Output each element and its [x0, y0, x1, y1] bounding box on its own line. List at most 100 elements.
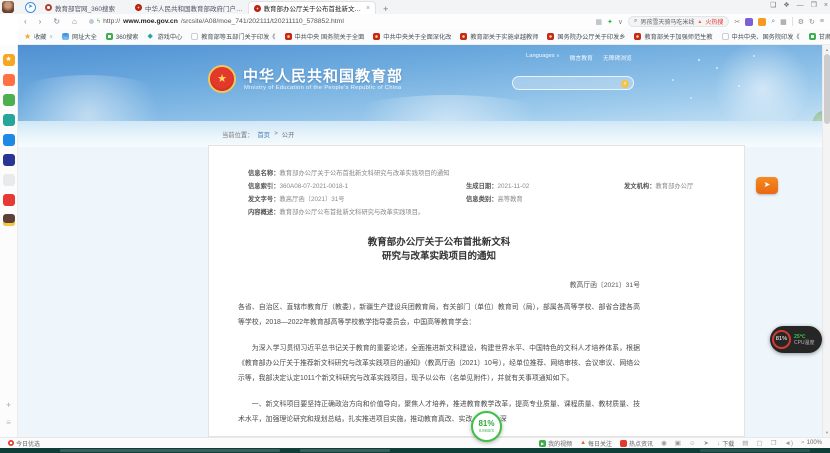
flame-icon: ▲	[697, 19, 702, 25]
breadcrumb-band: 当前位置： 首页 > 公开	[18, 121, 830, 147]
screenshot-icon[interactable]: ✂	[734, 18, 740, 26]
favorites-menu[interactable]: ★ 收藏 ∨	[24, 32, 53, 41]
bookmark-item[interactable]: ◆游戏中心	[148, 32, 183, 41]
theme-icon[interactable]: ❖	[783, 1, 789, 9]
reader-app-icon[interactable]	[3, 134, 15, 146]
daily-follow-label: 每日关注	[588, 439, 612, 448]
browser-logo-icon[interactable]: ➤	[25, 2, 36, 13]
breadcrumb-section[interactable]: 公开	[282, 130, 295, 139]
paragraph: 各省、自治区、直辖市教育厅（教委），新疆生产建设兵团教育局，有关部门（单位）教育…	[238, 300, 640, 330]
taskbar-window-button[interactable]	[300, 449, 390, 452]
tab-search-result[interactable]: 教育部官网_360搜索	[40, 1, 130, 14]
main-menu-icon[interactable]: ≡	[820, 18, 824, 25]
os-taskbar[interactable]	[0, 448, 830, 453]
bookmark-item[interactable]: 网址大全	[62, 32, 97, 41]
accessibility-link[interactable]: 无障碍浏览	[603, 53, 632, 62]
cloud-app-icon[interactable]	[3, 114, 15, 126]
info-value: 高等教育	[497, 193, 522, 206]
zoom-control[interactable]: ⌕100%	[801, 439, 822, 447]
window-icon[interactable]: ▢	[756, 439, 762, 447]
minimize-button[interactable]: —	[797, 2, 804, 9]
boost-icon[interactable]: ➤	[704, 439, 709, 447]
scroll-up-icon[interactable]: ▲	[823, 47, 830, 52]
bookmark-item[interactable]: 中共中央 国务院关于全面	[285, 32, 365, 41]
favorites-app-icon[interactable]: ★	[3, 54, 15, 66]
box-icon[interactable]: ▣	[675, 439, 681, 447]
weiyan-link[interactable]: 微言教育	[570, 53, 593, 62]
floating-share-widget[interactable]: ➤	[756, 177, 778, 194]
video-app-icon[interactable]	[3, 74, 15, 86]
emoji-icon[interactable]: ☺	[689, 440, 696, 447]
hot-search-query[interactable]: 男孩雪天骑马吃米线	[640, 17, 694, 26]
back-button[interactable]: ‹	[18, 17, 33, 26]
new-tab-button[interactable]: +	[376, 4, 395, 14]
home-button[interactable]: ⌂	[66, 17, 83, 26]
address-bar[interactable]: ϟ http://www.moe.gov.cn/srcsite/A08/moe_…	[89, 18, 344, 25]
languages-link[interactable]: Languages ∨	[526, 53, 560, 62]
restore-session-icon[interactable]: ↻	[809, 18, 815, 26]
find-icon[interactable]: ⌕	[771, 18, 775, 26]
daily-follow-button[interactable]: ▲每日关注	[580, 439, 612, 448]
my-videos-button[interactable]: ▶我的视频	[539, 439, 572, 448]
close-button[interactable]: ×	[824, 2, 828, 9]
extensions-grid-icon[interactable]: ▦	[595, 18, 602, 26]
gov-favicon	[373, 33, 380, 40]
site-search-input[interactable]: ⌕	[512, 76, 634, 90]
bookmark-item[interactable]: 国务院办公厅关于印发乡	[547, 32, 625, 41]
bookmark-item[interactable]: 中共中央、国务院印发《	[722, 32, 800, 41]
bookmark-item[interactable]: 360搜索	[106, 32, 139, 41]
bookmark-item[interactable]: 教育部等五部门关于印发《	[191, 32, 275, 41]
speaker-icon[interactable]: ◄)	[784, 440, 793, 447]
reload-button[interactable]: ↻	[47, 17, 66, 26]
tab-close-icon[interactable]: ×	[364, 5, 370, 12]
cloud-decor	[18, 75, 188, 121]
scroll-down-icon[interactable]: ▼	[823, 430, 830, 435]
maximize-button[interactable]: ❐	[811, 1, 817, 9]
chevron-down-icon[interactable]: ∨	[618, 18, 623, 26]
quick-search-box[interactable]: ⌕ 男孩雪天骑马吃米线 ▲ 火热搜	[628, 16, 729, 27]
security-shield-icon[interactable]	[758, 18, 766, 26]
bookmark-item[interactable]: 教育部关于加强师范生教	[634, 32, 712, 41]
daily-picks-label: 今日优选	[16, 439, 40, 448]
bookmark-item[interactable]: 甘肃省教师教育振兴行动	[809, 32, 830, 41]
forward-button[interactable]: ›	[33, 17, 48, 26]
scrollbar[interactable]: ▲ ▼	[822, 45, 830, 437]
bookmark-item[interactable]: 中共中央关于全面深化改	[373, 32, 451, 41]
breadcrumb-home-link[interactable]: 首页	[257, 130, 270, 139]
url-prefix: http://	[103, 18, 120, 25]
user-avatar[interactable]	[2, 1, 14, 13]
settings-gear-icon[interactable]: ⚙	[798, 18, 804, 26]
info-value: 教育部办公厅	[655, 180, 693, 193]
boss-key-icon[interactable]: ❏	[770, 1, 776, 9]
download-button[interactable]: ↓下载	[717, 439, 734, 448]
printer-icon[interactable]: ▤	[742, 439, 748, 447]
search-favicon	[809, 33, 816, 40]
scrollbar-thumb[interactable]	[824, 54, 830, 124]
sidebar-menu-icon[interactable]: ≡	[6, 418, 11, 427]
app-market-icon[interactable]: ▦	[780, 18, 787, 26]
taskbar-tray[interactable]	[700, 449, 810, 452]
game2-app-icon[interactable]	[3, 214, 15, 226]
file-app-icon[interactable]	[3, 174, 15, 186]
daily-picks-button[interactable]: 今日优选	[8, 439, 40, 448]
search-icon[interactable]: ⌕	[621, 80, 629, 88]
game-app-icon[interactable]	[3, 194, 15, 206]
speed-ball-percent: 81%	[478, 420, 494, 428]
bookmark-item[interactable]: 教育部关于实施卓越教师	[460, 32, 538, 41]
notes-app-icon[interactable]	[3, 94, 15, 106]
add-app-button[interactable]: +	[6, 400, 11, 410]
plugin-icon[interactable]: ✦	[607, 18, 613, 26]
hot-news-button[interactable]: 热点资讯	[620, 439, 653, 448]
cpu-monitor-widget[interactable]: 81% 25℃ CPU温度	[770, 326, 822, 353]
speed-mode-icon[interactable]: ϟ	[97, 19, 100, 25]
site-info-icon[interactable]	[89, 19, 94, 24]
speed-ball-widget[interactable]: 81% 0.8KB/S	[471, 411, 502, 442]
translate-icon[interactable]	[745, 18, 753, 26]
miniprogram-app-icon[interactable]	[3, 154, 15, 166]
tab-moe-portal[interactable]: 中华人民共和国教育部政府门户…	[130, 1, 248, 14]
taskbar-window-button[interactable]	[60, 449, 280, 452]
document-body: 教育部办公厅关于公布首批新文科 研究与改革实践项目的通知 教高厅函〔2021〕3…	[238, 236, 640, 427]
copy-icon[interactable]: ❐	[771, 439, 777, 447]
shield-icon[interactable]: ◉	[661, 439, 667, 447]
tab-notice-active[interactable]: 教育部办公厅关于公布首批新文… ×	[248, 1, 377, 14]
